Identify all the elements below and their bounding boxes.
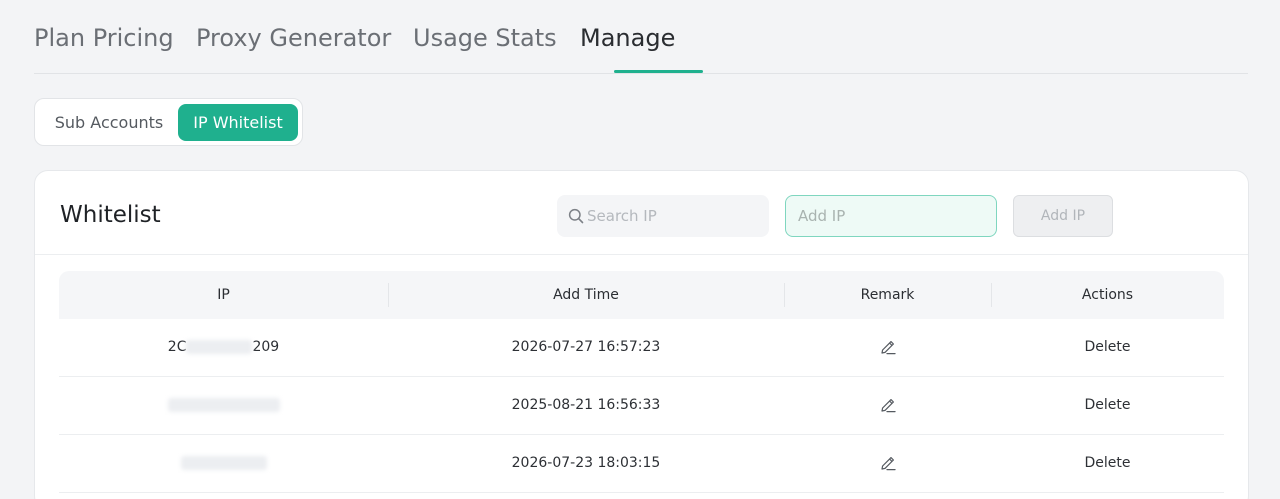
search-ip-input[interactable] [587, 195, 762, 237]
add-ip-input[interactable] [785, 195, 997, 237]
delete-button[interactable]: Delete [1085, 397, 1131, 413]
table-header: IP Add Time Remark Actions [59, 271, 1224, 319]
header-remark: Remark [860, 287, 915, 303]
table-row: 2025-08-21 16:56:33 Delete [59, 377, 1224, 435]
ip-prefix: 2C [167, 339, 187, 355]
card-title: Whitelist [60, 202, 161, 228]
ip-cell [59, 377, 388, 435]
remark-cell [784, 319, 991, 377]
actions-cell: Delete [991, 377, 1224, 435]
tab-manage[interactable]: Manage [580, 24, 675, 56]
add-ip-button[interactable]: Add IP [1013, 195, 1113, 237]
edit-remark-icon[interactable] [879, 338, 897, 356]
ip-whitelist-button[interactable]: IP Whitelist [178, 104, 298, 141]
tab-plan-pricing[interactable]: Plan Pricing [34, 24, 174, 56]
sub-accounts-button[interactable]: Sub Accounts [41, 104, 177, 141]
ip-cell: 2C 209 [59, 319, 388, 377]
redacted-ip [186, 340, 253, 354]
header-actions: Actions [1081, 287, 1134, 303]
delete-button[interactable]: Delete [1085, 339, 1131, 355]
remark-cell [784, 435, 991, 493]
remark-cell [784, 377, 991, 435]
redacted-ip [180, 456, 267, 470]
add-time-cell: 2026-07-23 18:03:15 [511, 455, 661, 471]
edit-remark-icon[interactable] [879, 454, 897, 472]
search-box [557, 195, 769, 237]
tab-usage-stats[interactable]: Usage Stats [413, 24, 557, 56]
delete-button[interactable]: Delete [1085, 455, 1131, 471]
tab-proxy-generator[interactable]: Proxy Generator [196, 24, 391, 56]
ip-suffix: 209 [252, 339, 280, 355]
header-add-time: Add Time [553, 287, 619, 303]
table-row: 2026-07-23 18:03:15 Delete [59, 435, 1224, 493]
active-tab-indicator [614, 70, 703, 73]
actions-cell: Delete [991, 435, 1224, 493]
add-time-cell: 2025-08-21 16:56:33 [511, 397, 661, 413]
add-time-cell: 2026-07-27 16:57:23 [511, 339, 661, 355]
ip-cell [59, 435, 388, 493]
main-tabs: Plan Pricing Proxy Generator Usage Stats… [34, 0, 1248, 74]
actions-cell: Delete [991, 319, 1224, 377]
edit-remark-icon[interactable] [879, 396, 897, 414]
header-ip: IP [217, 287, 230, 303]
card-header: Whitelist Add IP [35, 171, 1248, 255]
search-icon [568, 208, 584, 224]
manage-segment-control: Sub Accounts IP Whitelist [34, 98, 303, 146]
whitelist-card: Whitelist Add IP IP Add Time Remark Acti… [34, 170, 1249, 499]
table-row: 2C 209 2026-07-27 16:57:23 Delete [59, 319, 1224, 377]
redacted-ip [167, 398, 280, 412]
page: Plan Pricing Proxy Generator Usage Stats… [0, 0, 1280, 499]
